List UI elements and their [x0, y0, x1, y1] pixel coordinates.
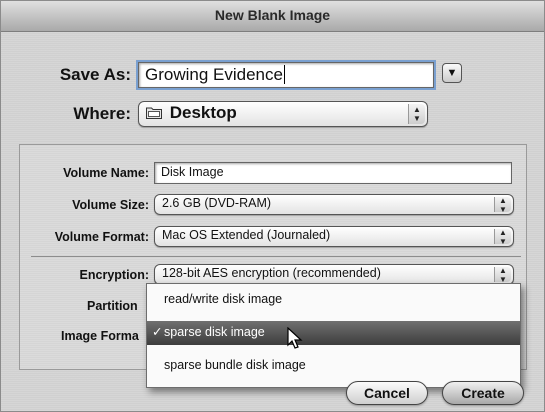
window-title: New Blank Image: [214, 7, 331, 23]
where-value: Desktop: [169, 103, 237, 122]
encryption-popup[interactable]: 128-bit AES encryption (recommended) ▲ ▼: [154, 264, 514, 285]
volume-name-value: Disk Image: [161, 165, 224, 179]
save-as-field[interactable]: Growing Evidence: [138, 62, 434, 88]
menu-item-label: read/write disk image: [164, 292, 283, 306]
volume-size-popup[interactable]: 2.6 GB (DVD-RAM) ▲ ▼: [154, 194, 514, 215]
menu-item-label: sparse disk image: [164, 325, 265, 339]
where-label: Where:: [73, 104, 131, 123]
save-as-label: Save As:: [59, 65, 131, 84]
where-popup[interactable]: Desktop ▲ ▼: [138, 101, 428, 127]
volume-size-label: Volume Size:: [72, 198, 149, 212]
encryption-label: Encryption:: [79, 268, 149, 282]
divider: [31, 256, 521, 257]
save-as-value: Growing Evidence: [145, 65, 283, 84]
menu-item-sparse[interactable]: ✓ sparse disk image: [147, 321, 520, 345]
volume-name-label: Volume Name:: [63, 166, 149, 180]
triangle-down-icon: ▼: [446, 67, 458, 79]
volume-size-value: 2.6 GB (DVD-RAM): [162, 196, 272, 210]
volume-name-field[interactable]: Disk Image: [154, 162, 512, 184]
folder-icon: [146, 107, 162, 119]
volume-format-label: Volume Format:: [54, 230, 149, 244]
volume-format-popup[interactable]: Mac OS Extended (Journaled) ▲ ▼: [154, 226, 514, 247]
cancel-button[interactable]: Cancel: [346, 381, 428, 405]
new-blank-image-dialog: New Blank Image Save As: Growing Evidenc…: [0, 0, 545, 412]
stepper-arrows-icon: ▲▼: [494, 196, 511, 214]
expand-save-dialog-button[interactable]: ▼: [442, 63, 462, 83]
create-button[interactable]: Create: [442, 381, 524, 405]
stepper-arrows-icon: ▲▼: [494, 228, 511, 246]
title-bar: New Blank Image: [1, 1, 544, 32]
mouse-pointer-icon: [287, 327, 303, 349]
menu-item-label: sparse bundle disk image: [164, 358, 306, 372]
menu-item-read-write[interactable]: read/write disk image: [147, 288, 520, 312]
encryption-value: 128-bit AES encryption (recommended): [162, 266, 381, 280]
checkmark-icon: ✓: [152, 325, 163, 339]
stepper-arrows-icon: ▲▼: [408, 104, 425, 124]
stepper-arrows-icon: ▲▼: [494, 266, 511, 284]
partitions-label: Partition: [87, 299, 138, 313]
volume-format-value: Mac OS Extended (Journaled): [162, 228, 331, 242]
image-format-menu: read/write disk image ✓ sparse disk imag…: [146, 283, 521, 388]
menu-item-sparse-bundle[interactable]: sparse bundle disk image: [147, 354, 520, 378]
image-format-label: Image Forma: [61, 329, 139, 343]
